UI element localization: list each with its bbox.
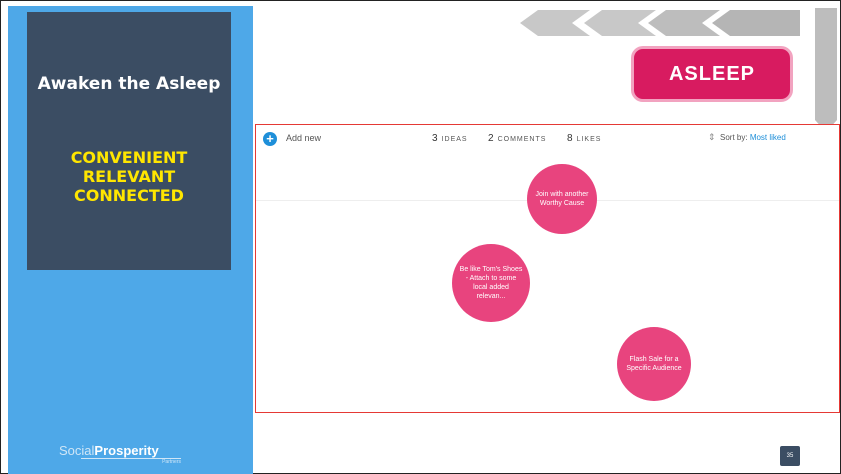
sort-control[interactable]: Sort by: Most liked [720, 133, 786, 142]
likes-count: 8 LIKES [567, 133, 602, 144]
ideas-count: 3 IDEAS [432, 133, 468, 144]
keyword-convenient: CONVENIENT [70, 148, 188, 167]
comments-count: 2 COMMENTS [488, 133, 547, 144]
chevron-arrows-icon [520, 10, 800, 36]
keyword-list: CONVENIENT RELEVANT CONNECTED [27, 148, 231, 205]
asleep-stage-button[interactable]: ASLEEP [631, 46, 793, 102]
page-number: 35 [780, 446, 800, 466]
idea-bubble[interactable]: Be like Tom's Shoes - Attach to some loc… [452, 244, 530, 322]
add-icon[interactable]: + [263, 132, 277, 146]
idea-board: + Add new 3 IDEAS 2 COMMENTS 8 LIKES ⇕ Sort… [255, 124, 840, 413]
idea-bubble[interactable]: Flash Sale for a Specific Audience [617, 327, 691, 401]
board-toolbar: + Add new 3 IDEAS 2 COMMENTS 8 LIKES ⇕ Sort… [256, 125, 839, 155]
keyword-connected: CONNECTED [74, 186, 184, 205]
idea-bubble[interactable]: Join with another Worthy Cause [527, 164, 597, 234]
sort-icon[interactable]: ⇕ [708, 132, 716, 143]
keyword-relevant: RELEVANT [82, 167, 176, 186]
title-box: Awaken the Asleep CONVENIENT RELEVANT CO… [27, 12, 231, 270]
add-new-button[interactable]: Add new [286, 133, 321, 143]
social-prosperity-logo: SocialProsperity Partners [59, 443, 181, 465]
logo-subtitle: Partners [81, 458, 181, 465]
slide-title: Awaken the Asleep [37, 74, 221, 94]
